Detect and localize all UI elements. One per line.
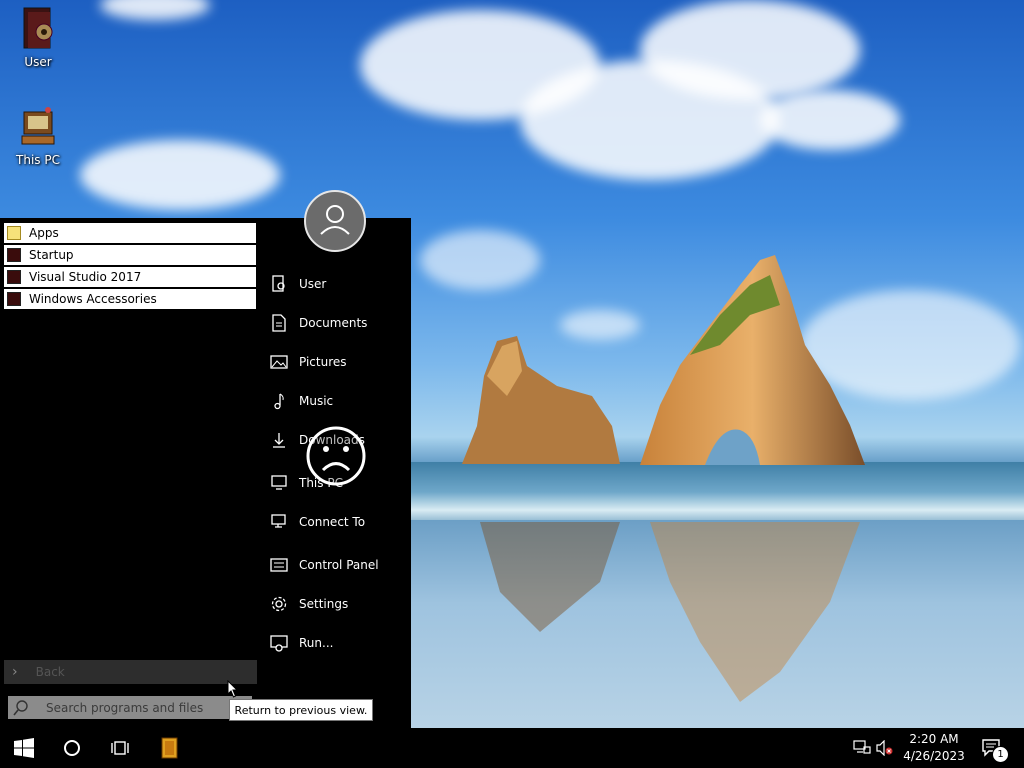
computer-icon xyxy=(271,475,287,490)
clock-date: 4/26/2023 xyxy=(903,749,965,763)
folder-icon xyxy=(7,292,21,306)
program-item-label: Startup xyxy=(29,248,74,262)
program-item-label: Apps xyxy=(29,226,59,240)
windows-logo-icon xyxy=(14,738,34,758)
computer-icon xyxy=(21,107,55,145)
side-item-documents[interactable]: Documents xyxy=(270,311,410,335)
desktop-icon-user[interactable]: User xyxy=(2,6,74,69)
system-clock[interactable]: 2:20 AM 4/26/2023 xyxy=(896,731,972,765)
side-item-label: Music xyxy=(299,394,334,408)
side-item-control-panel[interactable]: Control Panel xyxy=(270,553,410,577)
program-item-windows-accessories[interactable]: Windows Accessories xyxy=(4,289,256,309)
task-view-icon xyxy=(111,741,129,755)
rock-small-image xyxy=(462,336,620,464)
user-folder-icon xyxy=(23,7,53,49)
side-item-connect-to[interactable]: Connect To xyxy=(270,510,410,534)
program-item-visual-studio[interactable]: Visual Studio 2017 xyxy=(4,267,256,287)
notification-badge: 1 xyxy=(992,746,1009,763)
desktop-icon-label: This PC xyxy=(16,153,60,167)
search-placeholder: Search programs and files xyxy=(46,700,204,715)
folder-icon xyxy=(7,270,21,284)
back-button[interactable]: › Back xyxy=(4,660,257,684)
cortana-circle-icon xyxy=(64,740,80,756)
volume-muted-icon[interactable] xyxy=(876,740,894,756)
side-item-label: Control Panel xyxy=(299,558,379,572)
desktop-icon-this-pc[interactable]: This PC xyxy=(2,104,74,167)
rock-arch-image xyxy=(640,255,865,465)
apps-icon xyxy=(7,226,21,240)
tooltip: Return to previous view. xyxy=(229,699,373,721)
back-label: Back xyxy=(35,665,65,679)
search-input[interactable]: Search programs and files xyxy=(8,696,252,719)
side-item-music[interactable]: Music xyxy=(270,389,410,413)
program-item-label: Windows Accessories xyxy=(29,292,157,306)
clock-time: 2:20 AM xyxy=(909,732,959,746)
side-item-label: Settings xyxy=(299,597,349,611)
control-panel-icon xyxy=(270,558,288,572)
start-button[interactable] xyxy=(0,728,48,768)
action-center-button[interactable]: 1 xyxy=(982,736,1009,763)
download-icon xyxy=(273,433,285,448)
user-avatar-icon xyxy=(320,205,350,235)
connect-icon xyxy=(271,514,286,528)
task-view-button[interactable] xyxy=(100,728,140,768)
search-icon xyxy=(13,699,28,715)
side-item-pictures[interactable]: Pictures xyxy=(270,350,410,374)
folder-icon xyxy=(7,248,21,262)
sad-face-icon xyxy=(306,426,366,486)
run-icon xyxy=(270,635,288,652)
program-item-startup[interactable]: Startup xyxy=(4,245,256,265)
file-explorer-icon xyxy=(161,737,178,759)
documents-icon xyxy=(272,314,286,332)
program-item-apps[interactable]: Apps xyxy=(4,223,256,243)
tooltip-text: Return to previous view. xyxy=(234,703,368,717)
music-icon xyxy=(274,393,284,410)
side-item-label: Documents xyxy=(299,316,368,330)
side-item-label: Run... xyxy=(299,636,334,650)
program-item-label: Visual Studio 2017 xyxy=(29,270,142,284)
side-item-settings[interactable]: Settings xyxy=(270,592,410,616)
taskbar-app-explorer[interactable] xyxy=(150,728,190,768)
user-avatar[interactable] xyxy=(304,190,366,252)
side-item-label: Connect To xyxy=(299,515,366,529)
side-item-run[interactable]: Run... xyxy=(270,631,410,655)
gear-icon xyxy=(271,596,287,612)
side-item-user[interactable]: User xyxy=(270,272,410,296)
desktop-icon-label: User xyxy=(24,55,52,69)
chevron-right-icon: › xyxy=(12,664,18,680)
side-item-label: Pictures xyxy=(299,355,347,369)
side-item-label: User xyxy=(299,277,327,291)
cortana-button[interactable] xyxy=(52,728,92,768)
network-icon[interactable] xyxy=(853,740,871,756)
pictures-icon xyxy=(270,355,288,369)
mouse-cursor-icon xyxy=(227,680,239,698)
user-icon xyxy=(272,275,285,292)
